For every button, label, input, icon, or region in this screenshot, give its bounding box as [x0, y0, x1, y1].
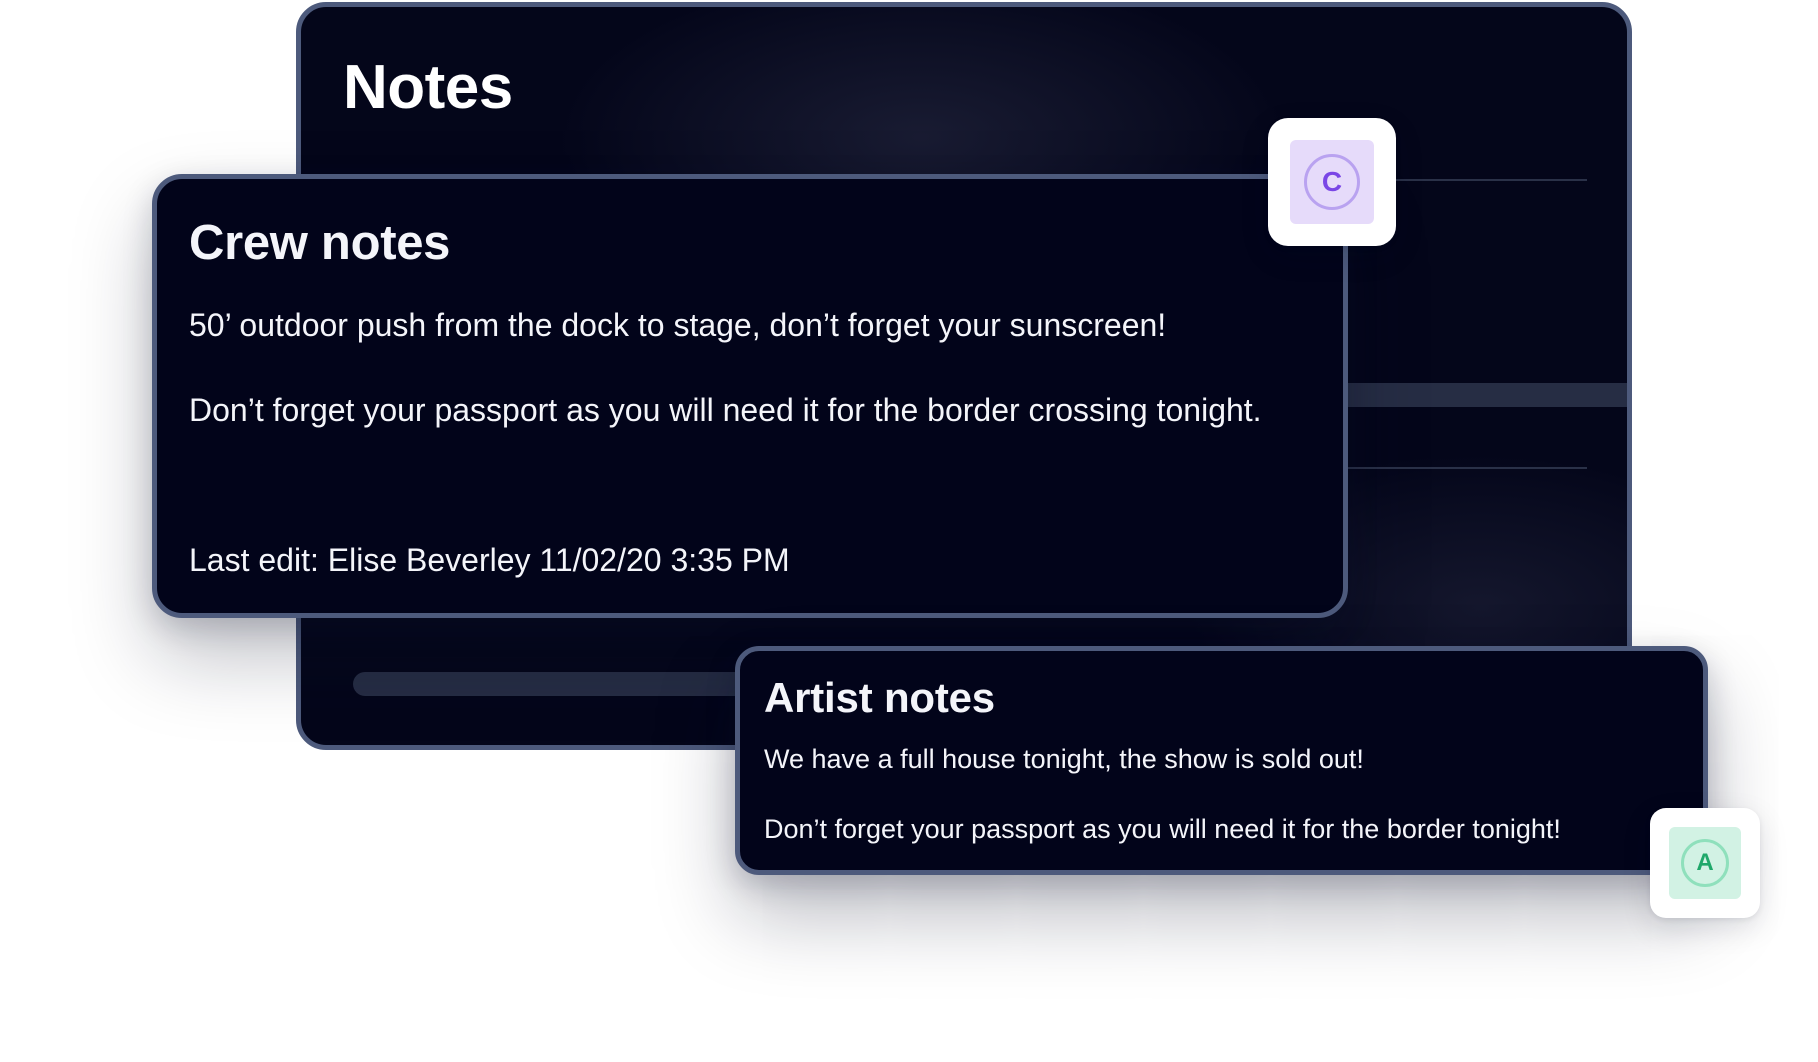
artist-notes-card[interactable]: Artist notes We have a full house tonigh…	[735, 646, 1708, 875]
crew-avatar-badge[interactable]: C	[1268, 118, 1396, 246]
crew-note-line: Don’t forget your passport as you will n…	[189, 392, 1262, 429]
artist-note-line: We have a full house tonight, the show i…	[764, 744, 1364, 774]
artist-avatar-badge[interactable]: A	[1650, 808, 1760, 918]
artist-notes-title: Artist notes	[764, 674, 995, 721]
notes-window-title: Notes	[343, 53, 513, 122]
avatar: C	[1290, 140, 1374, 224]
artist-avatar-initial: A	[1681, 839, 1729, 887]
avatar: A	[1669, 827, 1741, 899]
crew-notes-card[interactable]: Crew notes 50’ outdoor push from the doc…	[152, 174, 1348, 618]
placeholder-bar	[353, 672, 773, 696]
crew-notes-title: Crew notes	[189, 216, 451, 270]
crew-avatar-initial: C	[1304, 154, 1360, 210]
artist-note-line: Don’t forget your passport as you will n…	[764, 814, 1561, 845]
crew-note-line: 50’ outdoor push from the dock to stage,…	[189, 307, 1167, 343]
last-edit-info: Last edit: Elise Beverley 11/02/20 3:35 …	[189, 542, 790, 578]
